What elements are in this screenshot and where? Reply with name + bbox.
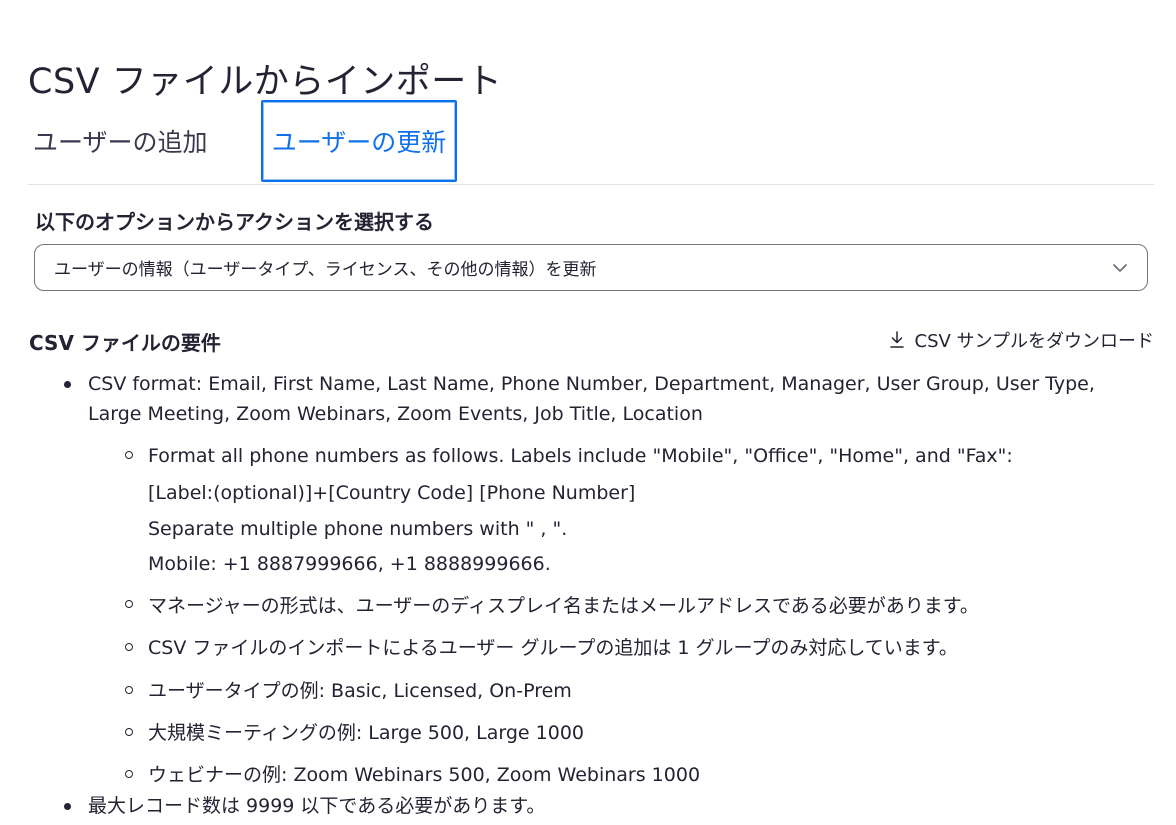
- list-item-max-records: 最大レコード数は 9999 以下である必要があります。: [88, 795, 546, 817]
- action-select-value: ユーザーの情報（ユーザータイプ、ライセンス、その他の情報）を更新: [54, 260, 597, 280]
- action-select[interactable]: ユーザーの情報（ユーザータイプ、ライセンス、その他の情報）を更新: [34, 244, 1148, 291]
- sub-list-bullet: [125, 600, 133, 608]
- sub-item-manager-format: マネージャーの形式は、ユーザーのディスプレイ名またはメールアドレスである必要があ…: [148, 595, 979, 617]
- download-icon: [889, 331, 904, 348]
- list-bullet: [64, 381, 71, 388]
- sub-item-webinar-example: ウェビナーの例: Zoom Webinars 500, Zoom Webinar…: [148, 764, 701, 786]
- sub-list-bullet: [125, 451, 133, 459]
- page-title: CSV ファイルからインポート: [28, 62, 503, 103]
- sub-list-bullet: [125, 643, 133, 651]
- tab-bar: ユーザーの追加 ユーザーの更新: [28, 100, 1154, 185]
- action-select-label: 以下のオプションからアクションを選択する: [35, 210, 434, 234]
- csv-requirements-title: CSV ファイルの要件: [29, 331, 221, 355]
- sub-item-phone-format-line2: [Label:(optional)]+[Country Code] [Phone…: [148, 482, 636, 504]
- sub-item-large-meeting-example: 大規模ミーティングの例: Large 500, Large 1000: [148, 722, 584, 744]
- sub-list-bullet: [125, 770, 133, 778]
- list-bullet: [64, 803, 71, 810]
- sub-list-bullet: [125, 728, 133, 736]
- tab-add-users[interactable]: ユーザーの追加: [28, 100, 228, 182]
- sub-item-phone-format-line3: Separate multiple phone numbers with " ,…: [148, 518, 568, 540]
- list-item-csv-format-line1: CSV format: Email, First Name, Last Name…: [88, 373, 1095, 395]
- download-sample-link[interactable]: CSV サンプルをダウンロード: [889, 327, 1155, 353]
- sub-item-user-group: CSV ファイルのインポートによるユーザー グループの追加は 1 グループのみ対…: [148, 637, 958, 659]
- chevron-down-icon: [1113, 264, 1127, 272]
- download-sample-label: CSV サンプルをダウンロード: [914, 331, 1155, 352]
- sub-item-phone-format-line1: Format all phone numbers as follows. Lab…: [148, 445, 1013, 467]
- sub-item-phone-format-line4: Mobile: +1 8887999666, +1 8888999666.: [148, 553, 551, 575]
- sub-list-bullet: [125, 686, 133, 694]
- sub-item-user-type-example: ユーザータイプの例: Basic, Licensed, On-Prem: [148, 680, 572, 702]
- tab-update-users[interactable]: ユーザーの更新: [261, 100, 457, 182]
- list-item-csv-format-line2: Large Meeting, Zoom Webinars, Zoom Event…: [88, 403, 703, 425]
